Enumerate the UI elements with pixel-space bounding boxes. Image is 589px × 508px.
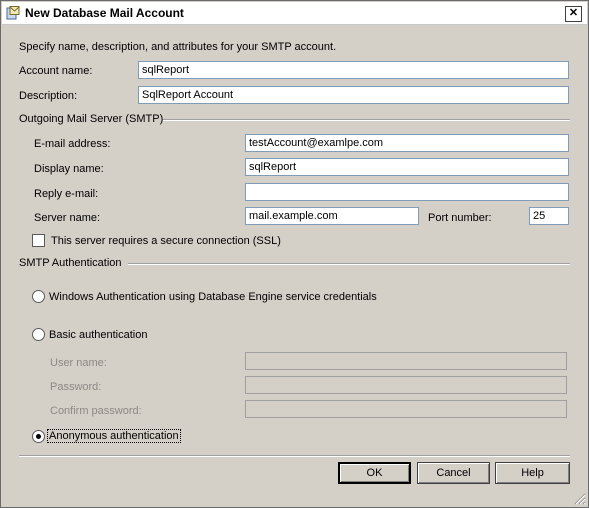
- reply-email-input[interactable]: [245, 183, 569, 201]
- account-name-input[interactable]: sqlReport: [138, 61, 569, 79]
- server-name-label: Server name:: [34, 212, 101, 224]
- intro-text: Specify name, description, and attribute…: [19, 41, 337, 53]
- ssl-checkbox[interactable]: [32, 234, 45, 247]
- windows-auth-radio[interactable]: [32, 290, 45, 303]
- username-label: User name:: [50, 357, 107, 369]
- auth-group-divider: [128, 263, 570, 265]
- password-input: [245, 376, 567, 394]
- reply-email-label: Reply e-mail:: [34, 188, 99, 200]
- anonymous-auth-label: Anonymous authentication: [47, 429, 181, 443]
- title-bar[interactable]: New Database Mail Account ✕: [2, 2, 587, 25]
- port-number-label: Port number:: [428, 212, 492, 224]
- button-divider: [19, 455, 570, 457]
- account-name-label: Account name:: [19, 65, 93, 77]
- database-mail-icon: [6, 6, 20, 20]
- ssl-label: This server requires a secure connection…: [51, 235, 281, 247]
- auth-group-title: SMTP Authentication: [19, 257, 122, 269]
- email-input[interactable]: testAccount@examlpe.com: [245, 134, 569, 152]
- username-input: [245, 352, 567, 370]
- port-number-input[interactable]: 25: [529, 207, 569, 225]
- smtp-group-title: Outgoing Mail Server (SMTP): [19, 113, 164, 125]
- close-button[interactable]: ✕: [565, 6, 582, 22]
- confirm-password-input: [245, 400, 567, 418]
- close-icon: ✕: [568, 7, 579, 19]
- server-name-input[interactable]: mail.example.com: [245, 207, 419, 225]
- smtp-group-divider: [163, 119, 570, 121]
- description-input[interactable]: SqlReport Account: [138, 86, 569, 104]
- password-label: Password:: [50, 381, 102, 393]
- confirm-password-label: Confirm password:: [50, 405, 142, 417]
- anonymous-auth-radio[interactable]: [32, 430, 45, 443]
- windows-auth-label: Windows Authentication using Database En…: [49, 291, 377, 303]
- basic-auth-radio[interactable]: [32, 328, 45, 341]
- display-name-input[interactable]: sqlReport: [245, 158, 569, 176]
- help-button[interactable]: Help: [495, 462, 570, 484]
- window-title: New Database Mail Account: [25, 6, 184, 20]
- cancel-button[interactable]: Cancel: [417, 462, 490, 484]
- description-label: Description:: [19, 90, 78, 102]
- dialog-window: New Database Mail Account ✕ Specify name…: [0, 0, 589, 508]
- basic-auth-label: Basic authentication: [49, 329, 148, 341]
- email-label: E-mail address:: [34, 138, 111, 150]
- resize-grip-icon[interactable]: [574, 493, 586, 505]
- ok-button[interactable]: OK: [338, 462, 411, 484]
- display-name-label: Display name:: [34, 163, 104, 175]
